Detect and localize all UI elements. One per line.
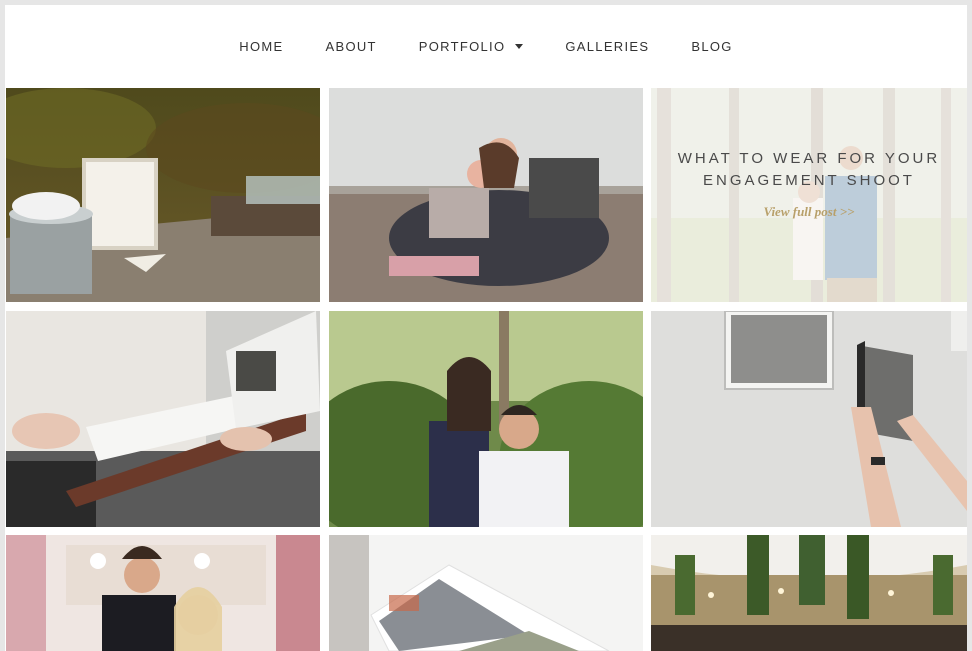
nav-blog[interactable]: BLOG (691, 39, 732, 54)
nav-about-label: ABOUT (325, 39, 377, 54)
blog-post-title: WHAT TO WEAR FOR YOUR ENGAGEMENT SHOOT (678, 148, 940, 192)
blog-post-overlay: WHAT TO WEAR FOR YOUR ENGAGEMENT SHOOT V… (651, 88, 967, 302)
photo-reception-venue[interactable] (651, 535, 967, 651)
page-frame: HOME ABOUT PORTFOLIO GALLERIES BLOG WHAT… (5, 5, 967, 651)
nav-home[interactable]: HOME (239, 39, 283, 54)
chevron-down-icon (515, 44, 524, 49)
photo-couple-garden[interactable] (329, 311, 643, 527)
blog-post-title-line1: WHAT TO WEAR FOR YOUR (677, 150, 941, 167)
nav-portfolio[interactable]: PORTFOLIO (419, 39, 524, 54)
photo-album-hands[interactable] (6, 311, 320, 527)
photo-family-beach[interactable] (329, 88, 643, 302)
photo-canvas-wall[interactable] (651, 311, 967, 527)
photo-bride-groom[interactable] (6, 535, 320, 651)
nav-galleries-label: GALLERIES (565, 39, 650, 54)
photo-album-pages[interactable] (329, 535, 643, 651)
nav-galleries[interactable]: GALLERIES (565, 39, 649, 54)
view-full-post-link[interactable]: View full post >> (763, 204, 854, 220)
nav-home-label: HOME (239, 39, 284, 54)
blog-post-title-line2: ENGAGEMENT SHOOT (703, 172, 915, 189)
blog-post-engagement-shoot[interactable]: WHAT TO WEAR FOR YOUR ENGAGEMENT SHOOT V… (651, 88, 967, 302)
main-navigation: HOME ABOUT PORTFOLIO GALLERIES BLOG (5, 5, 967, 88)
photo-wedding-table-decor[interactable] (6, 88, 320, 302)
nav-blog-label: BLOG (691, 39, 733, 54)
nav-about[interactable]: ABOUT (326, 39, 377, 54)
nav-portfolio-label: PORTFOLIO (418, 39, 506, 54)
